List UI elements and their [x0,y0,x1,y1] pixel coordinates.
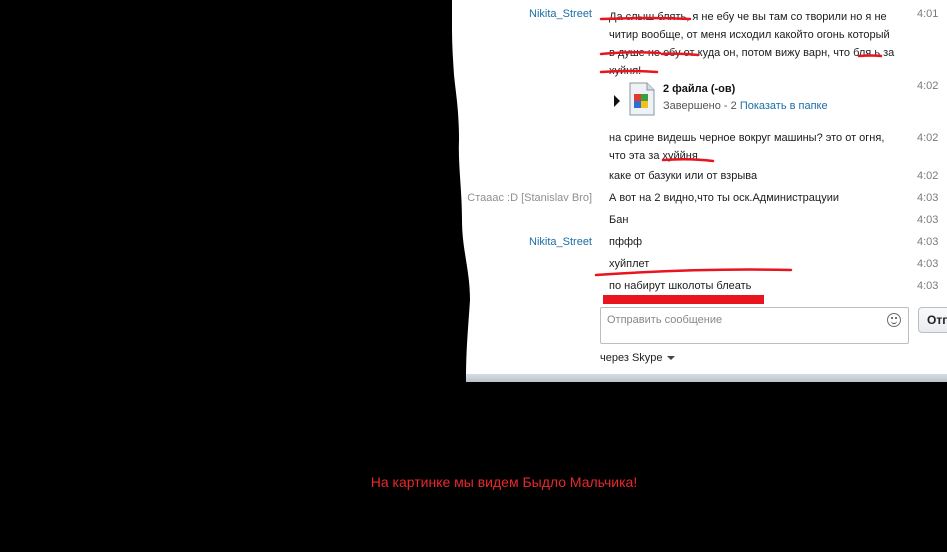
message-line: хуйплет [609,258,650,270]
message-line: на срине видешь черное вокруг машины? эт… [609,132,885,144]
message-time: 4:01 [917,8,939,20]
file-transfer-item: 2 файла (-ов) Завершено - 2 Показать в п… [612,80,932,124]
message-input[interactable]: Отправить сообщение [600,307,909,344]
file-transfer-status: Завершено - 2 Показать в папке [663,100,828,112]
message-line: хуйня! [609,65,642,77]
message-time: 4:03 [917,258,939,270]
message-time: 4:02 [917,170,939,182]
skype-chat-window: Nikita_Street Да слыш блять, я не ебу че… [0,0,947,382]
message-text: пффф [609,233,909,251]
window-bottom-border [466,374,947,382]
message-line: А вот на 2 видно,что ты оск.Администрацу… [609,192,840,204]
emoticon-icon[interactable] [887,313,901,327]
message-time: 4:03 [917,192,939,204]
message-line: пффф [609,236,643,248]
message-sender[interactable]: Nikita_Street [529,236,592,248]
file-transfer-status-text: Завершено - 2 [663,100,737,112]
message-text: на срине видешь черное вокруг машины? эт… [609,129,909,165]
message-text: по набирут школоты блеать [609,277,909,295]
message-time: 4:03 [917,236,939,248]
file-transfer-title: 2 файла (-ов) [663,83,736,95]
message-line: по набирут школоты блеать [609,280,752,292]
message-text: Да слыш блять, я не ебу че вы там со тво… [609,8,909,80]
message-time: 4:02 [917,132,939,144]
message-line: Да слыш блять, я не ебу че вы там со тво… [609,11,887,23]
show-in-folder-link[interactable]: Показать в папке [740,100,828,112]
message-text: Бан [609,211,909,229]
message-text: хуйплет [609,255,909,273]
screenshot-stage: Nikita_Street Да слыш блять, я не ебу че… [0,0,947,552]
message-time: 4:03 [917,280,939,292]
message-time: 4:03 [917,214,939,226]
expand-arrow-icon[interactable] [614,95,620,107]
send-via-label: через Skype [600,352,663,364]
chevron-down-icon [667,356,675,360]
caption-text: На картинке мы видем Быдло Мальчика! [370,474,638,490]
message-line: каке от базуки или от взрыва [609,170,758,182]
message-line: что эта за хуййня [609,150,698,162]
message-line: Бан [609,214,629,226]
message-line: в душе не ебу от куда он, потом вижу вар… [609,47,895,59]
send-via-selector[interactable]: через Skype [600,352,675,364]
send-button[interactable]: Отп [918,307,947,333]
message-sender[interactable]: Стааас :D [Stanislav Bro] [467,192,592,204]
message-text: А вот на 2 видно,что ты оск.Администрацу… [609,189,909,207]
message-sender[interactable]: Nikita_Street [529,8,592,20]
message-text: каке от базуки или от взрыва [609,167,909,185]
file-icon [628,82,656,116]
message-line: читир вообще, от меня исходил какойто ог… [609,29,890,41]
message-time: 4:02 [917,80,939,92]
